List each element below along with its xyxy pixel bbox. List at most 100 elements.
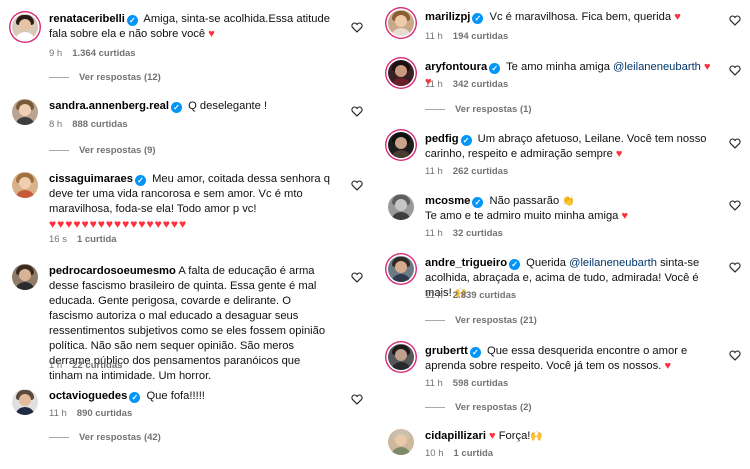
comment-username[interactable]: andre_trigueiro bbox=[425, 257, 507, 269]
view-replies-button[interactable]: Ver respostas (2) bbox=[425, 402, 532, 413]
view-replies-button[interactable]: Ver respostas (9) bbox=[49, 145, 156, 156]
comment-time[interactable]: 11 h bbox=[425, 378, 443, 389]
replies-divider bbox=[49, 149, 69, 151]
heart-emoji-icon: ♥ bbox=[621, 210, 629, 222]
avatar[interactable] bbox=[388, 429, 414, 455]
comment-text: cissaguimaraes ✓ Meu amor, coitada dessa … bbox=[49, 172, 334, 232]
comment-likes[interactable]: 262 curtidas bbox=[453, 166, 508, 177]
avatar[interactable] bbox=[388, 60, 414, 86]
heart-outline-icon[interactable] bbox=[350, 392, 364, 406]
comment-time[interactable]: 9 h bbox=[49, 48, 62, 59]
avatar[interactable] bbox=[12, 389, 38, 415]
comment-meta: 9 h 1.364 curtidas bbox=[49, 48, 136, 59]
comment-time[interactable]: 11 h bbox=[49, 408, 67, 419]
avatar[interactable] bbox=[12, 14, 38, 40]
comment-likes[interactable]: 598 curtidas bbox=[453, 378, 508, 389]
comment-time[interactable]: 11 h bbox=[425, 166, 443, 177]
comment-likes[interactable]: 888 curtidas bbox=[72, 119, 127, 130]
comment-body: Não passarão bbox=[489, 195, 560, 207]
comment-time[interactable]: 11 h bbox=[425, 31, 443, 42]
comment-body: Força! bbox=[498, 430, 531, 442]
hearts-emoji-row: ♥♥♥♥♥♥♥♥♥♥♥♥♥♥♥♥♥ bbox=[49, 217, 188, 231]
comment-likes[interactable]: 32 curtidas bbox=[453, 228, 503, 239]
comment-username[interactable]: sandra.annenberg.real bbox=[49, 100, 169, 112]
verified-badge-icon: ✓ bbox=[489, 63, 501, 74]
verified-badge-icon: ✓ bbox=[171, 102, 182, 113]
comment-username[interactable]: octavioguedes bbox=[49, 390, 127, 402]
comment-time[interactable]: 11 h bbox=[425, 79, 443, 90]
heart-outline-icon[interactable] bbox=[350, 20, 364, 34]
comment-likes[interactable]: 890 curtidas bbox=[77, 408, 132, 419]
verified-badge-icon: ✓ bbox=[509, 259, 521, 270]
comment-likes[interactable]: 1 curtida bbox=[77, 234, 117, 245]
avatar[interactable] bbox=[12, 264, 38, 290]
avatar[interactable] bbox=[388, 344, 414, 370]
comment-username[interactable]: cidapillizari bbox=[425, 430, 486, 442]
comment-likes[interactable]: 194 curtidas bbox=[453, 31, 508, 42]
comment-meta: 11 h 2.839 curtidas bbox=[425, 290, 516, 301]
comment-time[interactable]: 8 h bbox=[49, 119, 62, 130]
avatar[interactable] bbox=[388, 194, 414, 220]
comment-username[interactable]: aryfontoura bbox=[425, 61, 487, 73]
comment-time[interactable]: 11 h bbox=[425, 290, 443, 301]
view-replies-label: Ver respostas (12) bbox=[79, 72, 161, 83]
comment-text: marilizpj ✓ Vc é maravilhosa. Fica bem, q… bbox=[425, 10, 712, 25]
view-replies-button[interactable]: Ver respostas (12) bbox=[49, 72, 161, 83]
comment-item: andre_trigueiro ✓ Querida @leilaneneubart… bbox=[376, 254, 750, 330]
heart-outline-icon[interactable] bbox=[728, 63, 742, 77]
replies-divider bbox=[425, 108, 445, 110]
verified-badge-icon: ✓ bbox=[460, 135, 472, 146]
avatar[interactable] bbox=[12, 99, 38, 125]
mention-link[interactable]: @leilaneneubarth bbox=[613, 61, 701, 73]
view-replies-label: Ver respostas (2) bbox=[455, 402, 532, 413]
comment-text: octavioguedes ✓ Que fofa!!!!! bbox=[49, 389, 334, 404]
comment-username[interactable]: pedrocardosoeumesmo bbox=[49, 265, 176, 277]
view-replies-label: Ver respostas (21) bbox=[455, 315, 537, 326]
heart-outline-icon[interactable] bbox=[728, 348, 742, 362]
heart-outline-icon[interactable] bbox=[350, 178, 364, 192]
comment-meta: 11 h 194 curtidas bbox=[425, 31, 508, 42]
comment-likes[interactable]: 1 curtida bbox=[454, 448, 494, 459]
heart-outline-icon[interactable] bbox=[728, 260, 742, 274]
replies-divider bbox=[49, 436, 69, 438]
comment-username[interactable]: grubertt bbox=[425, 345, 468, 357]
comment-time[interactable]: 1 h bbox=[49, 360, 62, 371]
comment-username[interactable]: pedfig bbox=[425, 133, 459, 145]
comment-likes[interactable]: 1.364 curtidas bbox=[72, 48, 135, 59]
comment-meta: 11 h 598 curtidas bbox=[425, 378, 508, 389]
comment-username[interactable]: cissaguimaraes bbox=[49, 173, 133, 185]
comment-item: pedrocardosoeumesmo A falta de educação … bbox=[0, 262, 372, 382]
view-replies-button[interactable]: Ver respostas (21) bbox=[425, 315, 537, 326]
avatar[interactable] bbox=[12, 172, 38, 198]
comment-time[interactable]: 11 h bbox=[425, 228, 443, 239]
comment-likes[interactable]: 342 curtidas bbox=[453, 79, 508, 90]
view-replies-button[interactable]: Ver respostas (1) bbox=[425, 104, 532, 115]
view-replies-label: Ver respostas (1) bbox=[455, 104, 532, 115]
heart-outline-icon[interactable] bbox=[728, 136, 742, 150]
comment-likes[interactable]: 2.839 curtidas bbox=[453, 290, 516, 301]
comment-text: grubertt ✓ Que essa desquerida encontre o… bbox=[425, 344, 712, 374]
comment-username[interactable]: mcosme bbox=[425, 195, 470, 207]
comment-meta: 8 h 888 curtidas bbox=[49, 119, 128, 130]
mention-link[interactable]: @leilaneneubarth bbox=[569, 257, 657, 269]
heart-outline-icon[interactable] bbox=[350, 104, 364, 118]
comment-time[interactable]: 10 h bbox=[425, 448, 444, 459]
comments-screenshot: renataceribelli ✓ Amiga, sinta-se acolhid… bbox=[0, 0, 750, 469]
avatar[interactable] bbox=[388, 132, 414, 158]
comment-body: Q deselegante ! bbox=[188, 100, 268, 112]
raised-hands-emoji-icon: 🙌 bbox=[530, 431, 543, 442]
view-replies-button[interactable]: Ver respostas (42) bbox=[49, 432, 161, 443]
heart-outline-icon[interactable] bbox=[728, 13, 742, 27]
avatar[interactable] bbox=[388, 256, 414, 282]
avatar[interactable] bbox=[388, 10, 414, 36]
verified-badge-icon: ✓ bbox=[472, 197, 484, 208]
heart-outline-icon[interactable] bbox=[728, 198, 742, 212]
comment-time[interactable]: 16 s bbox=[49, 234, 67, 245]
heart-emoji-icon: ♥ bbox=[664, 360, 671, 372]
comment-username[interactable]: renataceribelli bbox=[49, 13, 125, 25]
comment-likes[interactable]: 22 curtidas bbox=[72, 360, 122, 371]
comment-item: cissaguimaraes ✓ Meu amor, coitada dessa … bbox=[0, 170, 372, 246]
heart-outline-icon[interactable] bbox=[350, 270, 364, 284]
view-replies-label: Ver respostas (9) bbox=[79, 145, 156, 156]
comment-username[interactable]: marilizpj bbox=[425, 11, 470, 23]
